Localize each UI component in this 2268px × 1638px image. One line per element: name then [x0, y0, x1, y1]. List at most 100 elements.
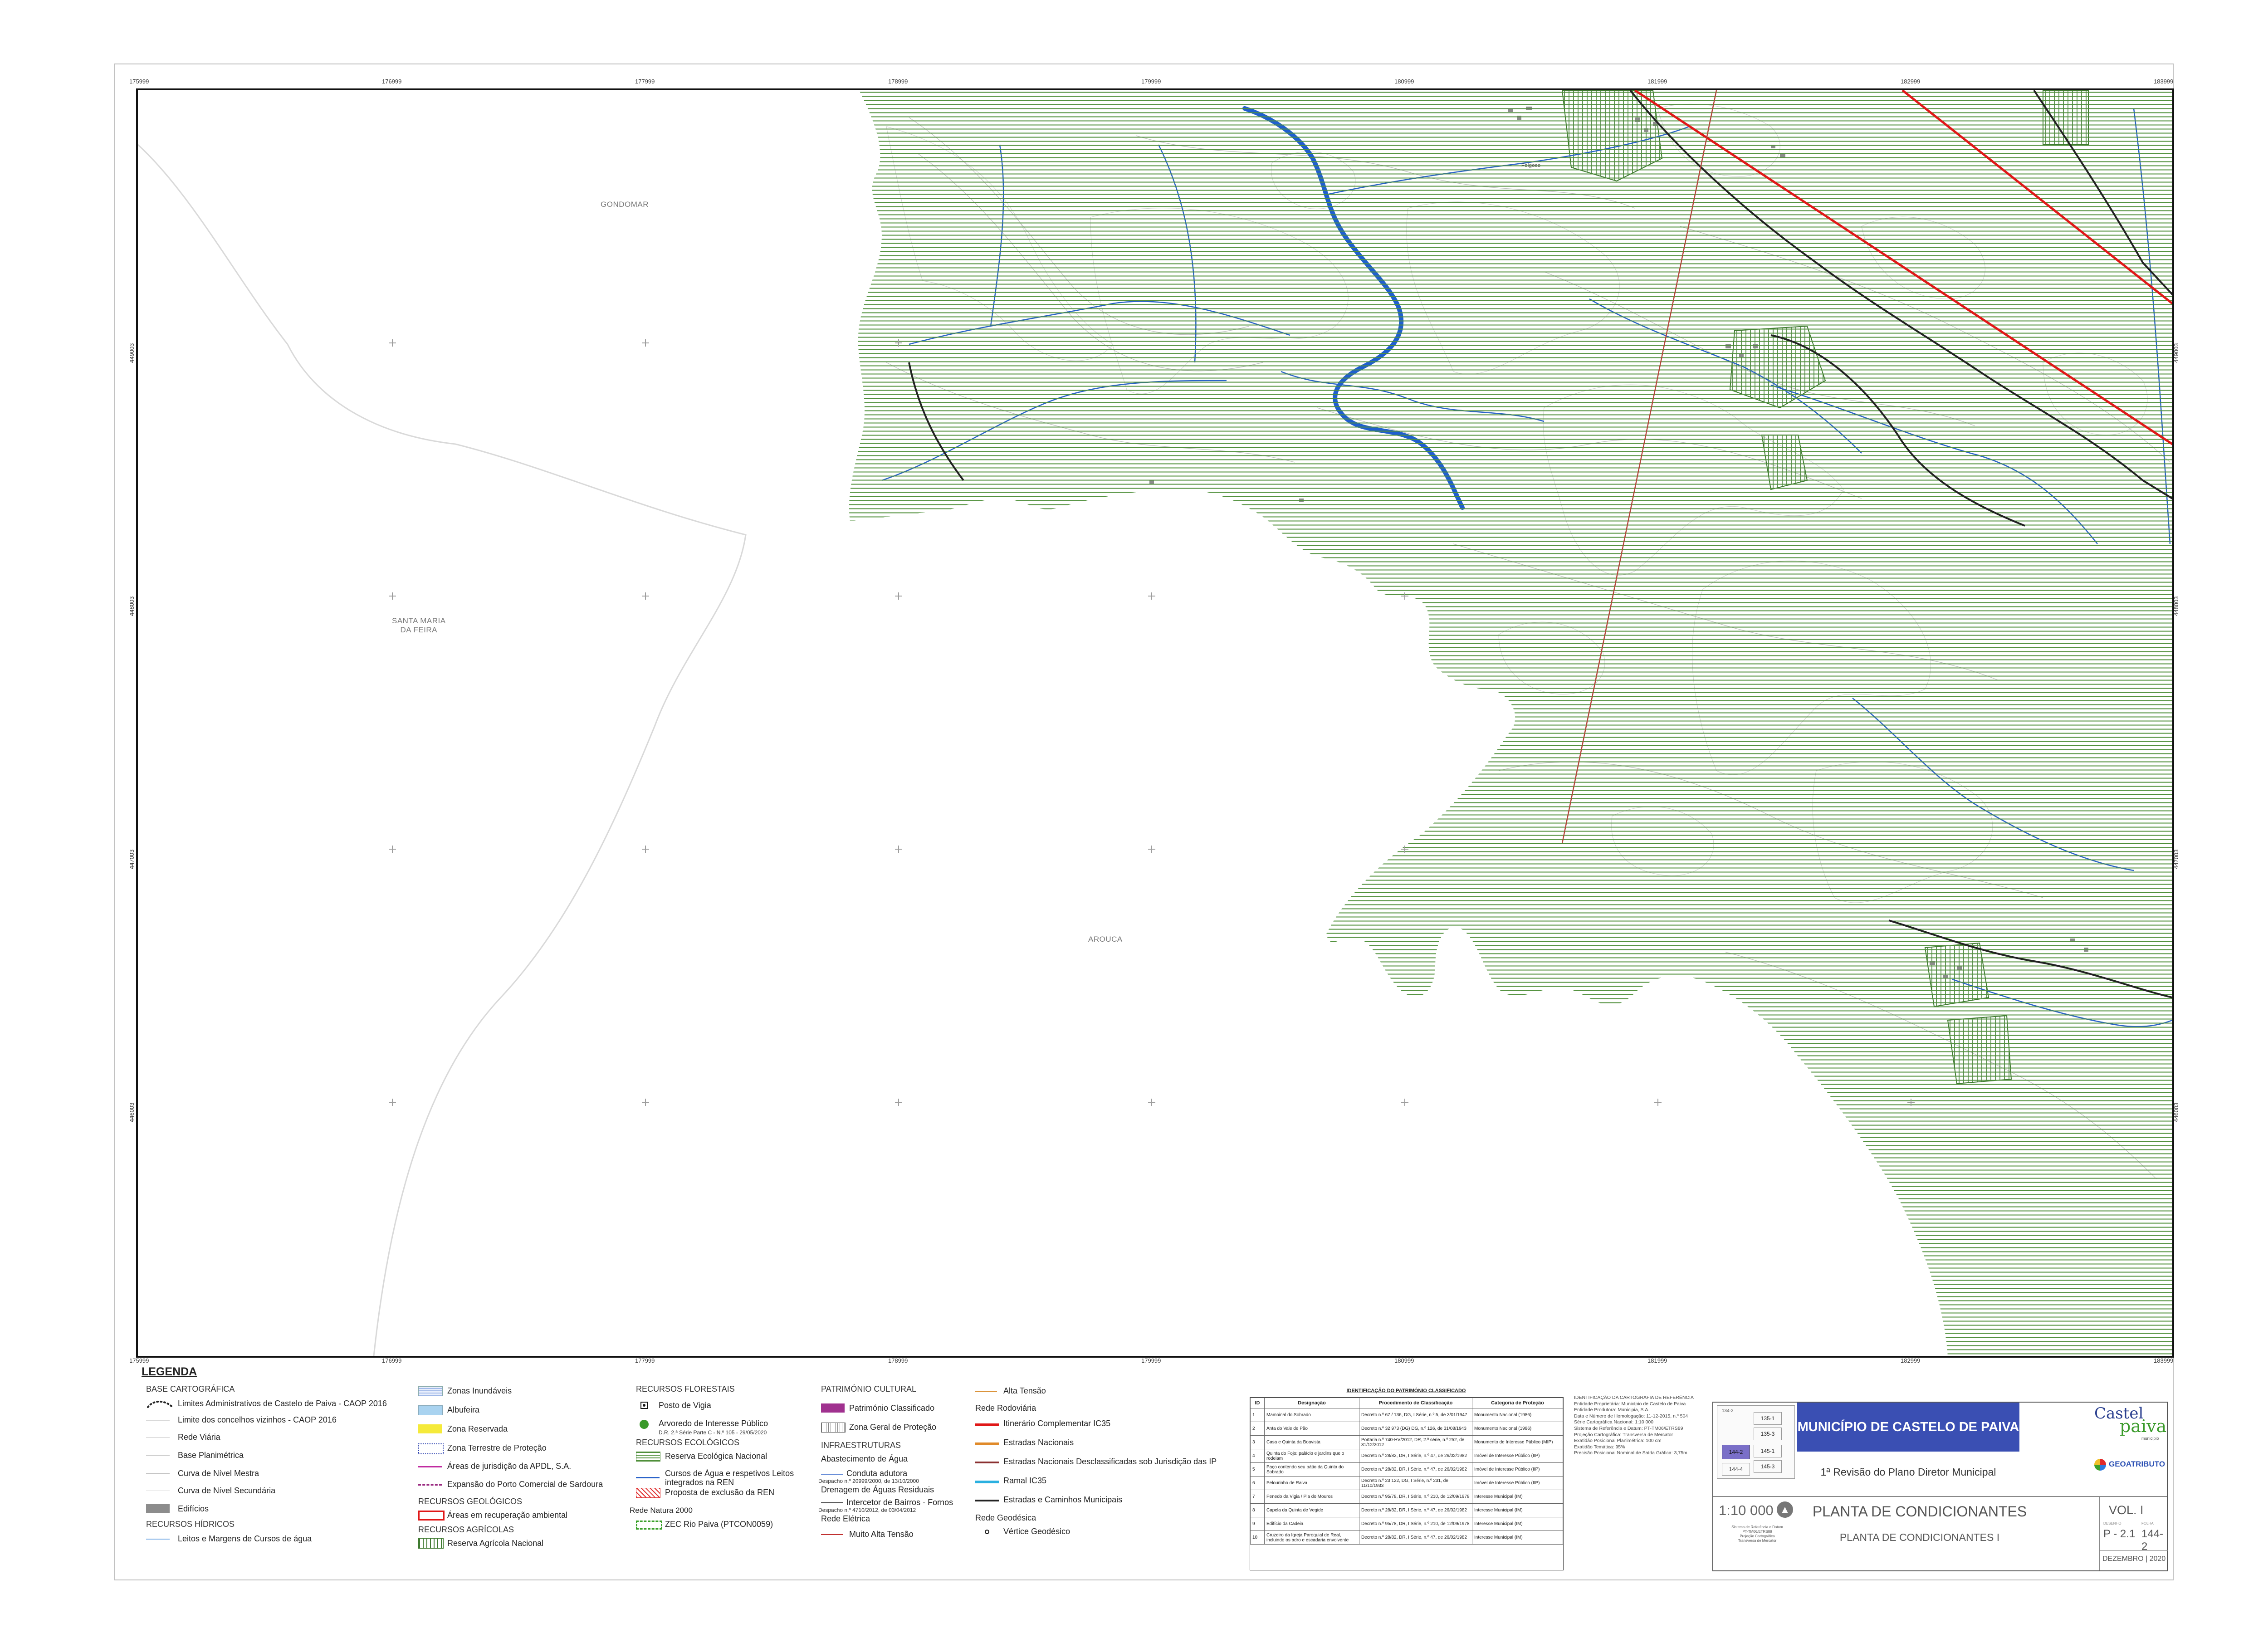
table-row: 1 Mamoinal do Sobrado Decreto n.º 67 / 136… [1250, 1408, 1563, 1422]
cell-category: Monumento Nacional (1986) [1472, 1422, 1563, 1436]
table-header: Designação [1264, 1398, 1359, 1408]
logo-text: paiva [2120, 1416, 2167, 1436]
coord-label: 182999 [1901, 78, 1921, 85]
place-arouca: AROUCA [1088, 935, 1123, 944]
legend-note: Despacho n.º 20999/2000, de 13/10/2000 [818, 1478, 919, 1484]
table-row: 8 Capela da Quinta de Vegide Decreto n.º 2… [1250, 1503, 1563, 1517]
coord-label: 181999 [1647, 1357, 1667, 1364]
ref-line: Exatidão Posicional Planimétrica: 100 cm [1574, 1438, 1662, 1444]
table-row: 6 Pelourinho de Raiva Decreto n.º 23 122, … [1250, 1476, 1563, 1490]
coord-label: 182999 [1901, 1357, 1921, 1364]
ref-line: Série Cartográfica Nacional: 1:10 000 [1574, 1419, 1654, 1425]
table-header: ID [1250, 1398, 1265, 1408]
legend-item: Zonas Inundáveis [447, 1386, 512, 1395]
cell-designation: Penedo da Vigia / Pia do Mouros [1264, 1490, 1359, 1504]
place-line: SANTA MARIA [392, 616, 446, 625]
ref-line: Data e Número de Homologação: 11-12-2015… [1574, 1413, 1688, 1419]
legend-item: Património Classificado [849, 1403, 935, 1413]
flood-zone-symbol [418, 1386, 443, 1396]
high-voltage-symbol [975, 1391, 997, 1392]
place-santa-maria: SANTA MARIA DA FEIRA [392, 616, 446, 635]
ref-small-line: Transversa de Mercator [1738, 1539, 1777, 1543]
legend-item: Proposta de exclusão da REN [665, 1488, 775, 1497]
sheet-label: FOLHA [2141, 1521, 2154, 1526]
coord-label: 176999 [382, 1357, 402, 1364]
ren-symbol [636, 1452, 660, 1462]
cell-designation: Paço contendo seu pátio da Quinta do Sob… [1264, 1462, 1359, 1477]
map-canvas[interactable]: GONDOMAR SANTA MARIA DA FEIRA AROUCA Fol… [136, 88, 2174, 1358]
plan-title: PLANTA DE CONDICIONANTES [1812, 1503, 2027, 1520]
coord-label: 180999 [1394, 1357, 1414, 1364]
legend-item: Base Planimétrica [178, 1451, 244, 1460]
coord-label: 177999 [635, 78, 655, 85]
coord-label: 178999 [888, 1357, 908, 1364]
cell-id: 1 [1250, 1408, 1265, 1422]
legend-heading: RECURSOS HÍDRICOS [146, 1520, 235, 1529]
coord-label: 175999 [129, 78, 149, 85]
date-label: DEZEMBRO | 2020 [2102, 1555, 2166, 1563]
cell-id: 7 [1250, 1490, 1265, 1504]
watch-post-icon [640, 1402, 648, 1409]
coord-label: 448003 [128, 596, 135, 616]
legend-item: Alta Tensão [1003, 1386, 1046, 1395]
legend-heading: RECURSOS GEOLÓGICOS [418, 1497, 523, 1506]
cell-category: Imóvel de Interesse Público (IIP) [1472, 1476, 1563, 1490]
ref-small-line: Projeção Cartográfica [1740, 1534, 1775, 1538]
interceptor-symbol [821, 1502, 843, 1503]
legend-heading: Rede Geodésica [975, 1513, 1036, 1522]
cell-category: Interesse Municipal (IM) [1472, 1530, 1563, 1545]
legend-item: Muito Alta Tensão [849, 1530, 914, 1539]
coord-label: 175999 [129, 1357, 149, 1364]
legend-item: Áreas de jurisdição da APDL, S.A. [447, 1462, 572, 1471]
cell-designation: Edifício da Cadeia [1264, 1517, 1359, 1531]
revision-title: 1ª Revisão do Plano Diretor Municipal [1820, 1466, 1996, 1478]
geoatributo-icon [2094, 1459, 2106, 1471]
sheet-info: VOL. I DESENHO FOLHA P - 2.1 144-2 DEZEM… [2099, 1496, 2168, 1570]
legend-item: Edifícios [178, 1504, 209, 1513]
legend-item: Vértice Geodésico [1003, 1527, 1070, 1536]
place-gondomar: GONDOMAR [601, 200, 649, 209]
ran-symbol [418, 1538, 444, 1549]
cell-id: 9 [1250, 1517, 1265, 1531]
municipal-road-symbol [975, 1500, 999, 1501]
table-row: 10 Cruzeiro da Igreja Paroquial de Real, … [1250, 1530, 1563, 1545]
index-cell: 135-3 [1754, 1428, 1782, 1440]
heritage-symbol [821, 1403, 845, 1413]
port-expansion-symbol [418, 1481, 442, 1486]
coord-label: 178999 [888, 78, 908, 85]
ref-line: Precisão Posicional Nominal de Saída Grá… [1574, 1450, 1687, 1456]
table-row: 2 Anta do Vale de Pão Decreto n.º 32 973 (… [1250, 1422, 1563, 1436]
legend-item: Arvoredo de Interesse Público [659, 1419, 768, 1428]
cell-id: 3 [1250, 1435, 1265, 1449]
heritage-table-title: IDENTIFICAÇÃO DO PATRIMÓNIO CLASSIFICADO [1346, 1388, 1466, 1394]
divider [2100, 1550, 2168, 1551]
legend-heading: Rede Rodoviária [975, 1403, 1036, 1413]
ramal-symbol [975, 1481, 999, 1483]
table-row: 4 Quinta do Fojo: palácio e jardins que o… [1250, 1449, 1563, 1463]
cell-procedure: Decreto n.º 95/78, DR, I Série, n.º 210,… [1359, 1517, 1472, 1531]
cell-id: 8 [1250, 1503, 1265, 1517]
logo-text: município [2141, 1436, 2159, 1441]
legend-item: Estradas e Caminhos Municipais [1003, 1495, 1123, 1504]
legend-item: ZEC Rio Paiva (PTCON0059) [665, 1520, 773, 1529]
legend-item: Curva de Nível Mestra [178, 1469, 259, 1478]
cell-id: 2 [1250, 1422, 1265, 1436]
legend-item: Abastecimento de Água [821, 1454, 908, 1463]
national-road-symbol [975, 1442, 999, 1445]
ref-small-line: PT-TM06/ETRS89 [1742, 1530, 1772, 1534]
legend-heading: PATRIMÓNIO CULTURAL [821, 1384, 917, 1394]
legend-item: Cursos de Água e respetivos Leitos [665, 1469, 794, 1478]
legend-item: Reserva Agrícola Nacional [447, 1539, 544, 1548]
legend-item: Itinerário Complementar IC35 [1003, 1419, 1111, 1428]
table-row: 9 Edifício da Cadeia Decreto n.º 95/78, DR… [1250, 1517, 1563, 1531]
legend-item: Zona Geral de Proteção [849, 1423, 937, 1432]
plan-subtitle: PLANTA DE CONDICIONANTES I [1839, 1531, 2000, 1543]
drawing-label: DESENHO [2103, 1521, 2121, 1526]
index-cell: 145-3 [1754, 1460, 1782, 1473]
cell-procedure: Decreto n.º 23 122, DG, I Série, n.º 231… [1359, 1476, 1472, 1490]
cell-designation: Anta do Vale de Pão [1264, 1422, 1359, 1436]
legend: LEGENDA BASE CARTOGRÁFICA Limites Admini… [141, 1365, 1256, 1570]
cell-designation: Pelourinho de Raiva [1264, 1476, 1359, 1490]
drawing-number: P - 2.1 [2103, 1528, 2136, 1540]
ref-small: Sistema de Referência e Datum PT-TM06/ET… [1719, 1525, 1796, 1543]
